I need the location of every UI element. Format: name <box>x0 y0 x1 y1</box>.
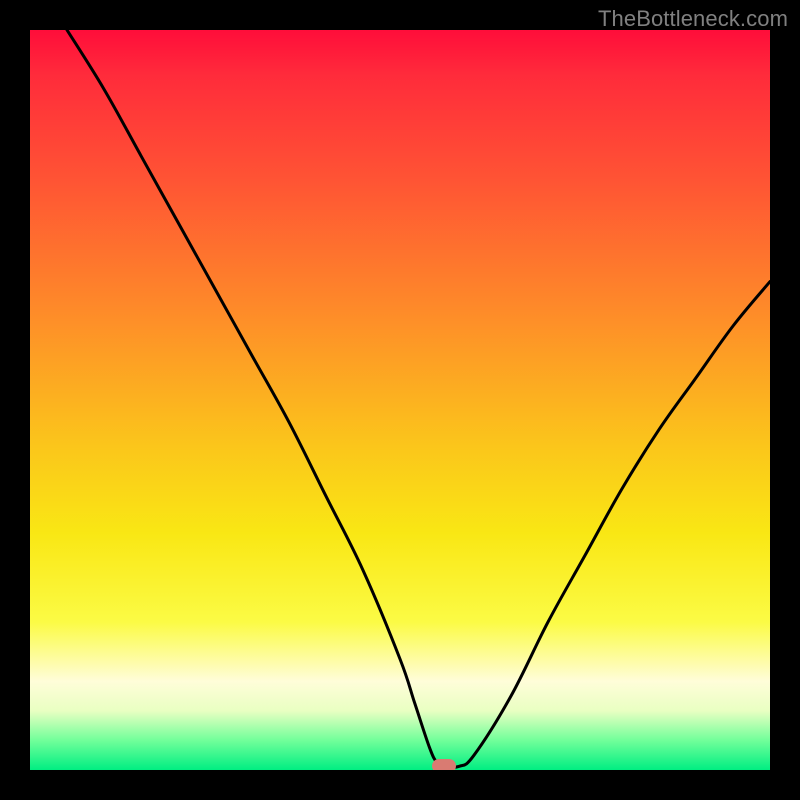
curve-path <box>67 30 770 767</box>
plot-area <box>30 30 770 770</box>
optimal-point-marker <box>432 759 456 770</box>
chart-frame: TheBottleneck.com <box>0 0 800 800</box>
watermark-text: TheBottleneck.com <box>598 6 788 32</box>
bottleneck-curve <box>30 30 770 770</box>
